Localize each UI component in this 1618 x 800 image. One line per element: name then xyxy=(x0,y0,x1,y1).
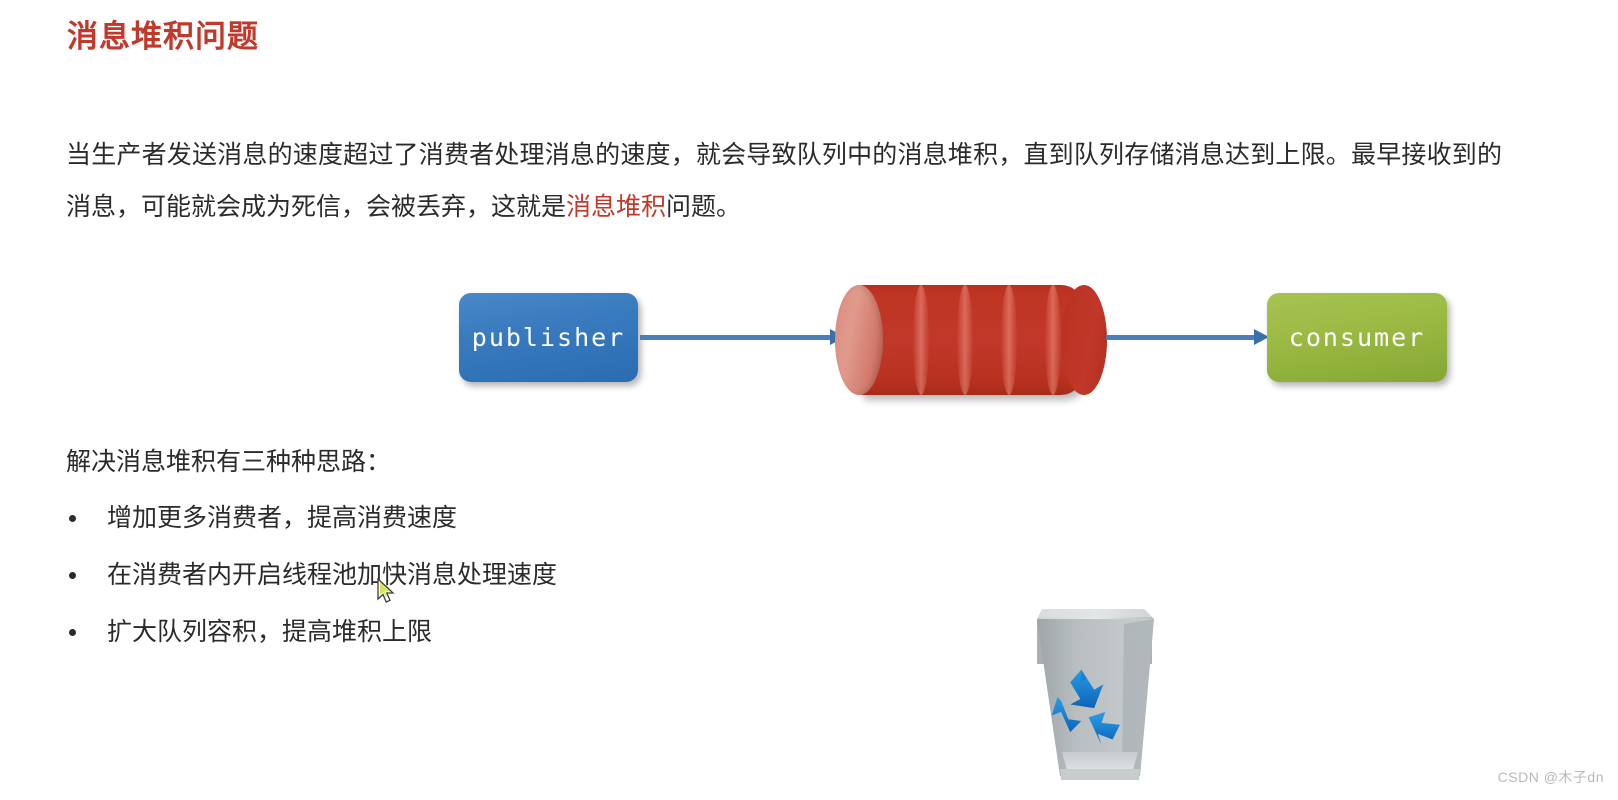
bullet-dot-icon xyxy=(69,629,76,636)
queue-cylinder-right-cap xyxy=(1061,285,1107,395)
recycle-bin-icon xyxy=(1037,609,1154,780)
consumer-node-label: consumer xyxy=(1288,323,1426,352)
message-flow-diagram: publisher consumer xyxy=(0,260,1618,420)
queue-segment-divider xyxy=(957,285,973,395)
queue-segment-divider xyxy=(1045,285,1061,395)
queue-segment-divider xyxy=(913,285,929,395)
list-item: 扩大队列容积，提高堆积上限 xyxy=(66,612,557,669)
list-item: 在消费者内开启线程池加快消息处理速度 xyxy=(66,555,557,612)
solutions-list: 增加更多消费者，提高消费速度 在消费者内开启线程池加快消息处理速度 扩大队列容积… xyxy=(66,498,557,669)
page-title: 消息堆积问题 xyxy=(67,19,259,54)
intro-highlight-term: 消息堆积 xyxy=(566,193,667,221)
solutions-heading: 解决消息堆积有三种种思路： xyxy=(66,448,392,476)
list-item: 增加更多消费者，提高消费速度 xyxy=(66,498,557,555)
list-item-label: 增加更多消费者，提高消费速度 xyxy=(107,504,458,532)
queue-segment-divider xyxy=(1001,285,1017,395)
bullet-dot-icon xyxy=(69,515,76,522)
diagram-node-queue xyxy=(835,285,1107,395)
csdn-watermark: CSDN @木子dn xyxy=(1497,769,1604,785)
list-item-label: 扩大队列容积，提高堆积上限 xyxy=(107,618,433,646)
recycle-bin-illustration xyxy=(992,564,1197,795)
intro-paragraph: 当生产者发送消息的速度超过了消费者处理消息的速度，就会导致队列中的消息堆积，直到… xyxy=(66,129,1502,233)
list-item-label: 在消费者内开启线程池加快消息处理速度 xyxy=(107,561,558,589)
diagram-node-consumer: consumer xyxy=(1267,293,1447,382)
publisher-node-label: publisher xyxy=(471,323,626,352)
arrow-publisher-to-queue xyxy=(640,329,845,345)
diagram-node-publisher: publisher xyxy=(459,293,638,382)
intro-text-segment-1: 当生产者发送消息的速度超过了消费者处理消息的速度，就会导致队列中的消息堆积，直到… xyxy=(66,141,1502,221)
bullet-dot-icon xyxy=(69,572,76,579)
arrow-queue-to-consumer xyxy=(1106,329,1269,345)
intro-text-segment-2: 问题。 xyxy=(666,193,742,221)
queue-cylinder-left-cap xyxy=(835,285,883,395)
